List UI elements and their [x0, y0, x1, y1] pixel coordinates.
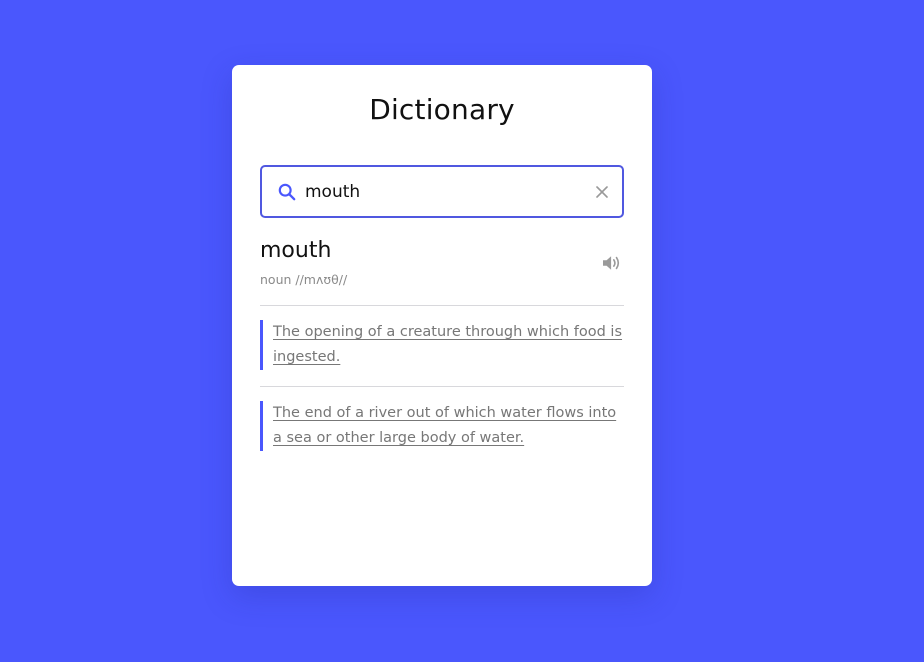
phonetic-text: noun //mʌʊθ// [260, 272, 348, 287]
meaning-text[interactable]: The opening of a creature through which … [273, 320, 624, 370]
search-box[interactable] [260, 165, 624, 218]
search-icon [278, 183, 296, 200]
meaning-text[interactable]: The end of a river out of which water fl… [273, 401, 624, 451]
meaning-quote: The end of a river out of which water fl… [260, 401, 624, 451]
close-icon[interactable] [596, 185, 608, 198]
page-title: Dictionary [369, 93, 515, 126]
search-input[interactable] [305, 176, 596, 207]
word-header: mouth noun //mʌʊθ// [260, 238, 624, 306]
word-title: mouth [260, 238, 332, 263]
speaker-icon[interactable] [601, 254, 623, 272]
meaning-quote: The opening of a creature through which … [260, 320, 624, 370]
meaning-item: The end of a river out of which water fl… [260, 387, 624, 467]
word-info: mouth noun //mʌʊθ// [260, 238, 347, 287]
dictionary-card: Dictionary mouth noun //mʌʊθ// The openi… [232, 65, 652, 586]
meaning-item: The opening of a creature through which … [260, 306, 624, 387]
